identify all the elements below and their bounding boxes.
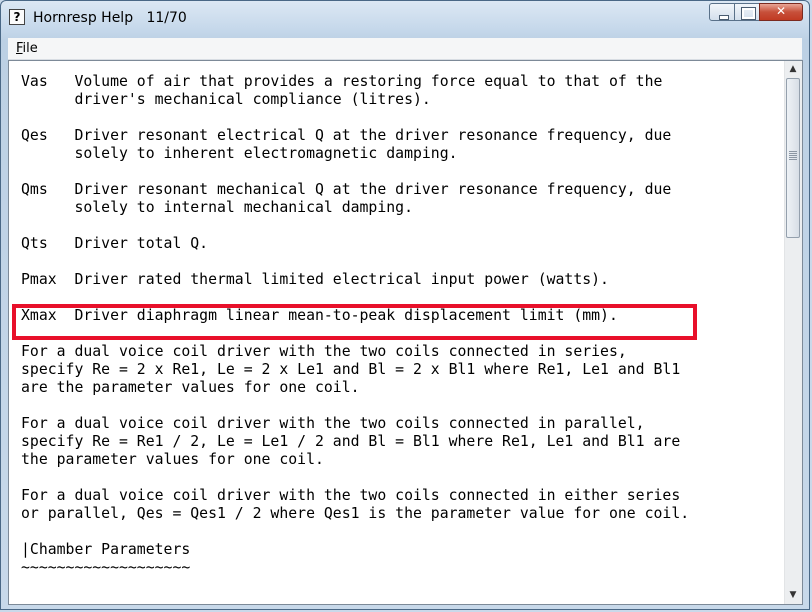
minimize-icon <box>710 4 734 20</box>
caption-buttons: ✕ <box>709 3 803 23</box>
vas-line-1: Vas Volume of air that provides a restor… <box>21 73 663 90</box>
qms-line-2: solely to internal mechanical damping. <box>21 199 413 216</box>
menu-file-label: ile <box>22 41 38 56</box>
scroll-grip-icon <box>789 151 797 160</box>
either-line-2: or parallel, Qes = Qes1 / 2 where Qes1 i… <box>21 505 690 522</box>
xmax-highlight-box <box>12 304 697 340</box>
qts-line: Qts Driver total Q. <box>21 235 209 252</box>
qms-line-1: Qms Driver resonant mechanical Q at the … <box>21 181 672 198</box>
menu-file[interactable]: File <box>16 41 38 56</box>
minimize-button[interactable] <box>709 3 735 21</box>
qes-line-2: solely to inherent electromagnetic dampi… <box>21 145 458 162</box>
parallel-line-1: For a dual voice coil driver with the tw… <box>21 415 645 432</box>
window-title: Hornresp Help 11/70 <box>33 10 187 26</box>
series-line-3: are the parameter values for one coil. <box>21 379 360 396</box>
scroll-down-button[interactable]: ▼ <box>785 587 801 604</box>
scroll-up-button[interactable]: ▲ <box>785 61 801 78</box>
help-app-icon[interactable]: ? <box>9 9 25 25</box>
pmax-line: Pmax Driver rated thermal limited electr… <box>21 271 609 288</box>
qes-line-1: Qes Driver resonant electrical Q at the … <box>21 127 672 144</box>
parallel-line-2: specify Re = Re1 / 2, Le = Le1 / 2 and B… <box>21 433 681 450</box>
menu-bar: File <box>8 38 802 60</box>
series-line-1: For a dual voice coil driver with the tw… <box>21 343 627 360</box>
help-window: ? Hornresp Help 11/70 ✕ File Vas Volume … <box>0 0 810 610</box>
help-text-area[interactable]: Vas Volume of air that provides a restor… <box>8 60 803 605</box>
chamber-parameters-underline: ~~~~~~~~~~~~~~~~~~~ <box>21 559 191 576</box>
scroll-up-arrow-icon: ▲ <box>789 64 797 74</box>
page-indicator: 11/70 <box>146 10 187 26</box>
maximize-icon <box>735 4 759 20</box>
maximize-button[interactable] <box>734 3 760 21</box>
close-button[interactable]: ✕ <box>759 3 803 21</box>
parallel-line-3: the parameter values for one coil. <box>21 451 324 468</box>
scroll-down-arrow-icon: ▼ <box>789 590 797 600</box>
vertical-scrollbar[interactable]: ▲ ▼ <box>784 61 802 604</box>
title-bar[interactable]: ? Hornresp Help 11/70 ✕ <box>1 1 809 35</box>
vas-line-2: driver's mechanical compliance (litres). <box>21 91 431 108</box>
window-title-name: Hornresp Help <box>33 10 134 26</box>
scroll-thumb[interactable] <box>786 78 800 238</box>
chamber-parameters-heading: |Chamber Parameters <box>21 541 191 558</box>
either-line-1: For a dual voice coil driver with the tw… <box>21 487 681 504</box>
series-line-2: specify Re = 2 x Re1, Le = 2 x Le1 and B… <box>21 361 681 378</box>
close-icon: ✕ <box>775 4 787 18</box>
